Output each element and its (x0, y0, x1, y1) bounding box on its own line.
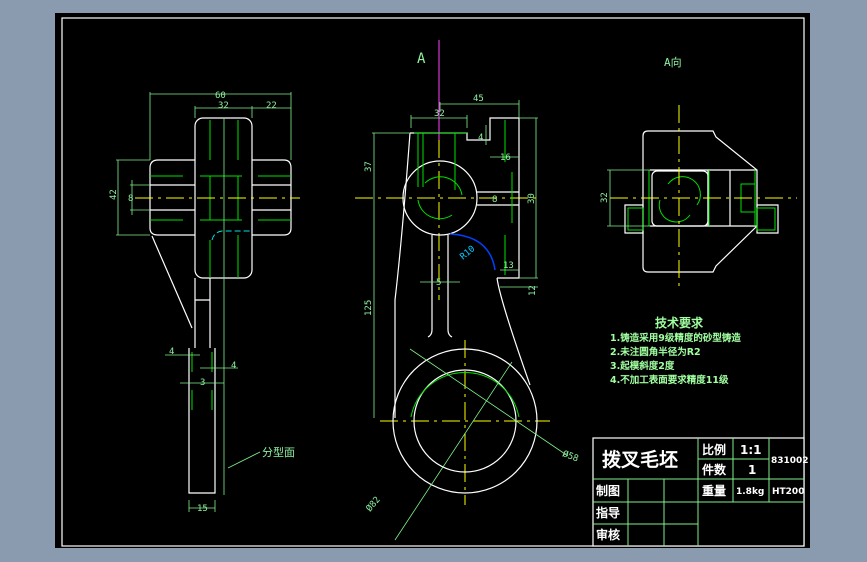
tech-req-item: 1.铸造采用9级精度的砂型铸造 (610, 332, 741, 344)
dim-4b: 4 (231, 361, 236, 371)
dim-45: 45 (473, 94, 484, 104)
scale-label: 比例 (702, 442, 726, 457)
review-label: 审核 (596, 527, 620, 542)
tech-req-item: 3.起模斜度2度 (610, 360, 675, 372)
dim-32: 32 (600, 192, 610, 203)
dim-13: 13 (503, 261, 514, 271)
dim-30: 30 (527, 193, 537, 204)
section-label-a: A (417, 51, 426, 67)
material: HT200 (772, 487, 804, 497)
weight-value: 1.8kg (736, 487, 764, 497)
dim-8: 8 (128, 194, 133, 204)
dim-37: 37 (364, 161, 374, 172)
quantity-value: 1 (748, 463, 756, 477)
dim-4a: 4 (169, 347, 174, 357)
dim-4: 4 (478, 133, 483, 143)
scale-value: 1:1 (740, 443, 762, 457)
part-name: 拨叉毛坯 (602, 448, 678, 471)
guide-label: 指导 (596, 505, 620, 520)
dim-8: 8 (492, 195, 497, 205)
cad-drawing: 60 32 22 42 8 4 4 3 15 分型面 A 45 32 4 16 … (55, 13, 810, 548)
parting-surface-label: 分型面 (262, 445, 295, 459)
view-a-label: A向 (664, 55, 682, 69)
dim-3: 3 (200, 378, 205, 388)
quantity-label: 件数 (702, 462, 727, 477)
dim-5: 5 (436, 278, 441, 288)
dim-60: 60 (215, 91, 226, 101)
drawn-by-label: 制图 (596, 483, 620, 498)
dim-125: 125 (364, 300, 374, 316)
tech-req-title: 技术要求 (655, 315, 704, 330)
dim-22: 22 (266, 101, 277, 111)
dim-32: 32 (218, 101, 229, 111)
tech-req-item: 4.不加工表面要求精度11级 (610, 374, 729, 386)
drawing-number: 831002 (771, 456, 809, 466)
dim-32: 32 (434, 109, 445, 119)
dim-15: 15 (197, 504, 208, 514)
weight-label: 重量 (702, 483, 726, 498)
title-block: 拨叉毛坯 比例 1:1 件数 1 831002 重量 1.8kg HT200 制… (592, 437, 809, 547)
dim-42: 42 (109, 189, 119, 200)
dim-12: 12 (528, 285, 538, 296)
dim-16: 16 (500, 153, 511, 163)
tech-req-item: 2.未注圆角半径为R2 (610, 346, 701, 358)
